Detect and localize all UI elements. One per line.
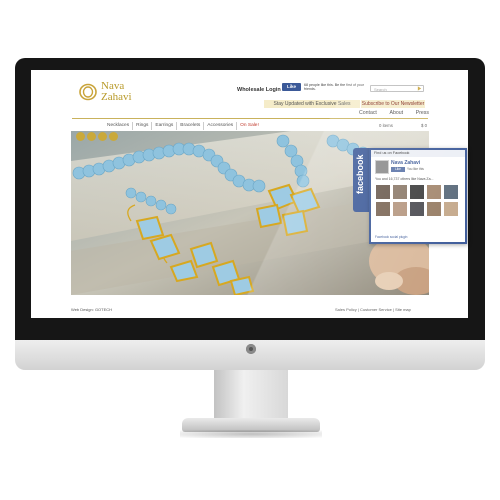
fan-avatar[interactable]: [376, 185, 390, 199]
fan-avatar[interactable]: [393, 202, 407, 216]
nav-on-sale[interactable]: On Sale!: [237, 122, 262, 130]
fb-page-name[interactable]: Nava Zahavi: [391, 160, 420, 166]
fan-avatar[interactable]: [393, 185, 407, 199]
fan-avatar[interactable]: [410, 185, 424, 199]
cart-total: $ 0: [421, 123, 427, 128]
ring-icon[interactable]: [87, 132, 96, 141]
facebook-tab-label: facebook: [355, 154, 365, 194]
logo-line2: Zahavi: [101, 91, 132, 103]
earring-icon[interactable]: [98, 132, 107, 141]
cart-items: 0 items: [379, 123, 393, 128]
fan-avatar[interactable]: [444, 202, 458, 216]
fb-you-like: You like this: [407, 167, 424, 171]
cart-summary[interactable]: 0 items $ 0: [379, 122, 427, 130]
fan-avatar[interactable]: [444, 185, 458, 199]
category-icons: [76, 132, 118, 141]
fb-page-avatar[interactable]: [375, 160, 389, 174]
nav-bracelets[interactable]: Bracelets: [177, 122, 205, 130]
fan-avatar[interactable]: [376, 202, 390, 216]
fb-like-summary: You and 16,737 others like Nava Za...: [375, 177, 434, 181]
monitor-stand: [214, 370, 288, 422]
nav-rings[interactable]: Rings: [133, 122, 153, 130]
logo-rings-icon: [79, 83, 97, 101]
nav-accessories[interactable]: Accessories: [204, 122, 238, 130]
stand-shadow: [180, 430, 322, 438]
logo-text[interactable]: Nava Zahavi: [101, 81, 132, 103]
nav-press[interactable]: Press: [416, 110, 429, 117]
stay-updated-banner: Stay Updated with Exclusive Sales: [264, 100, 360, 108]
footer-links[interactable]: Sales Policy | Customer Service | Site m…: [335, 307, 411, 312]
fb-box-like-button[interactable]: Like: [391, 167, 405, 172]
facebook-likebox: Find us on Facebook Nava Zahavi Like You…: [369, 148, 467, 244]
search-icon[interactable]: [417, 86, 422, 91]
fb-like-count: 68 people like this. Be the first of you…: [304, 83, 364, 92]
bracelet-icon[interactable]: [109, 132, 118, 141]
apple-logo-icon: [246, 344, 256, 354]
fan-avatar[interactable]: [427, 202, 441, 216]
fb-box-header: Find us on Facebook: [371, 150, 465, 157]
footer-credit[interactable]: Web Design: GOTECH: [71, 307, 112, 312]
fb-like-button[interactable]: Like: [282, 83, 301, 91]
wholesale-login-link[interactable]: Wholesale Login: [237, 87, 281, 93]
fan-avatar[interactable]: [410, 202, 424, 216]
main-nav: Necklaces Rings Earrings Bracelets Acces…: [104, 122, 262, 130]
website-screen: Nava Zahavi Wholesale Login Like 68 peop…: [31, 70, 468, 318]
facebook-tab[interactable]: facebook: [353, 148, 369, 212]
necklace-icon[interactable]: [76, 132, 85, 141]
fb-fan-grid: [376, 185, 462, 216]
top-nav: Contact About Press: [359, 110, 429, 117]
nav-earrings[interactable]: Earrings: [152, 122, 178, 130]
nav-necklaces[interactable]: Necklaces: [104, 122, 134, 130]
nav-about[interactable]: About: [390, 110, 404, 117]
header-divider: [72, 118, 428, 119]
fan-avatar[interactable]: [427, 185, 441, 199]
fb-social-plugin[interactable]: Facebook social plugin: [375, 235, 407, 239]
search-input[interactable]: Search: [370, 85, 424, 92]
subscribe-newsletter-link[interactable]: Subscribe to Our Newsletter: [361, 100, 425, 108]
nav-contact[interactable]: Contact: [359, 110, 377, 117]
